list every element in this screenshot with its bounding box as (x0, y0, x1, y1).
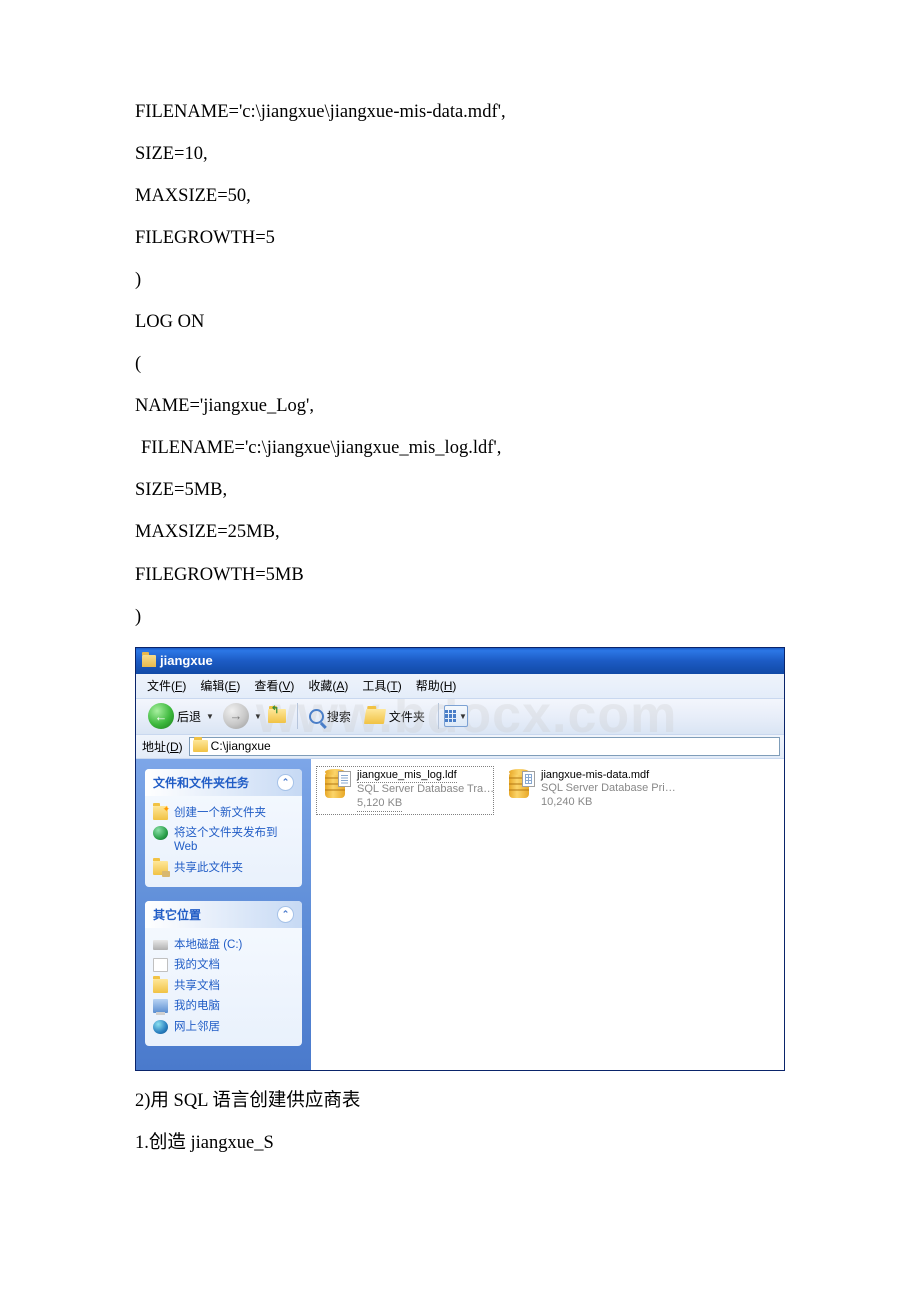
back-icon: ← (148, 703, 174, 729)
code-line: SIZE=10, (135, 142, 785, 166)
toolbar: www.bdocx.com ← 后退 ▼ → ▼ ↰ 搜索 文件夹 (136, 698, 784, 734)
link-label: 本地磁盘 (C:) (174, 938, 242, 952)
task-label: 共享此文件夹 (174, 861, 243, 875)
file-item[interactable]: jiangxue_mis_log.ldf SQL Server Database… (317, 767, 493, 814)
link-label: 我的电脑 (174, 999, 220, 1013)
file-size: 10,240 KB (541, 796, 681, 810)
link-my-computer[interactable]: 我的电脑 (153, 996, 294, 1016)
address-label: 地址(D) (142, 738, 183, 755)
task-label: 将这个文件夹发布到 Web (174, 826, 294, 855)
chevron-down-icon: ▼ (206, 712, 214, 721)
file-size: 5,120 KB (357, 797, 402, 812)
separator (438, 703, 439, 729)
code-line: ) (135, 605, 785, 629)
views-button[interactable]: ▼ (444, 705, 468, 727)
file-name: jiangxue-mis-data.mdf (541, 769, 681, 783)
link-my-documents[interactable]: 我的文档 (153, 955, 294, 975)
link-network-places[interactable]: 网上邻居 (153, 1017, 294, 1037)
code-line: MAXSIZE=50, (135, 184, 785, 208)
code-line: ) (135, 268, 785, 292)
file-type: SQL Server Database Primary ... (541, 782, 681, 796)
left-panel: 文件和文件夹任务 ⌃ 创建一个新文件夹 将这个文件夹发布到 Web (136, 759, 311, 1070)
explorer-window: jiangxue 文件(F) 编辑(E) 查看(V) 收藏(A) 工具(T) 帮… (135, 647, 785, 1071)
link-label: 网上邻居 (174, 1020, 220, 1034)
menu-tools[interactable]: 工具(T) (355, 677, 408, 694)
explorer-body: 文件和文件夹任务 ⌃ 创建一个新文件夹 将这个文件夹发布到 Web (136, 758, 784, 1070)
separator (297, 703, 298, 729)
code-line: FILEGROWTH=5MB (135, 563, 785, 587)
chevron-down-icon: ▼ (254, 712, 262, 721)
documents-icon (153, 958, 168, 972)
code-line: LOG ON (135, 310, 785, 334)
folders-label: 文件夹 (389, 708, 425, 725)
file-list[interactable]: jiangxue_mis_log.ldf SQL Server Database… (311, 759, 784, 1070)
body-text: 1.创造 jiangxue_S (135, 1131, 785, 1157)
task-share-folder[interactable]: 共享此文件夹 (153, 858, 294, 878)
views-icon (445, 710, 456, 722)
body-text: 2)用 SQL 语言创建供应商表 (135, 1089, 785, 1115)
code-line: FILENAME='c:\jiangxue\jiangxue-mis-data.… (135, 100, 785, 124)
search-icon (309, 709, 324, 724)
collapse-icon: ⌃ (277, 774, 294, 791)
file-name: jiangxue_mis_log.ldf (357, 769, 457, 784)
database-log-icon (319, 769, 351, 801)
window-title: jiangxue (160, 653, 213, 668)
search-label: 搜索 (327, 708, 351, 725)
back-button[interactable]: ← 后退 ▼ (142, 703, 220, 729)
up-folder-button[interactable]: ↰ (266, 705, 288, 727)
file-type: SQL Server Database Transac... (357, 783, 497, 797)
disk-icon (153, 940, 168, 950)
folder-open-icon (364, 709, 386, 724)
code-line: FILENAME='c:\jiangxue\jiangxue_mis_log.l… (135, 436, 785, 460)
code-line: MAXSIZE=25MB, (135, 520, 785, 544)
menu-help[interactable]: 帮助(H) (409, 677, 464, 694)
tasks-title: 文件和文件夹任务 (153, 774, 249, 791)
menu-file[interactable]: 文件(F) (140, 677, 193, 694)
folders-button[interactable]: 文件夹 (357, 708, 433, 725)
link-shared-documents[interactable]: 共享文档 (153, 976, 294, 996)
folder-icon (142, 655, 156, 667)
computer-icon (153, 999, 168, 1013)
code-line: SIZE=5MB, (135, 478, 785, 502)
task-new-folder[interactable]: 创建一个新文件夹 (153, 803, 294, 823)
back-label: 后退 (177, 708, 201, 725)
address-path: C:\jiangxue (211, 739, 271, 753)
network-icon (153, 1020, 168, 1034)
new-folder-icon (153, 806, 168, 820)
file-item[interactable]: jiangxue-mis-data.mdf SQL Server Databas… (501, 767, 677, 812)
forward-button[interactable]: → (223, 703, 249, 729)
menu-bar: 文件(F) 编辑(E) 查看(V) 收藏(A) 工具(T) 帮助(H) (136, 674, 784, 698)
menu-edit[interactable]: 编辑(E) (193, 677, 247, 694)
share-folder-icon (153, 861, 168, 875)
link-label: 我的文档 (174, 958, 220, 972)
task-label: 创建一个新文件夹 (174, 806, 266, 820)
tasks-header[interactable]: 文件和文件夹任务 ⌃ (145, 769, 302, 796)
web-icon (153, 826, 168, 840)
other-places-header[interactable]: 其它位置 ⌃ (145, 901, 302, 928)
menu-favorites[interactable]: 收藏(A) (301, 677, 355, 694)
address-bar: 地址(D) C:\jiangxue (136, 734, 784, 758)
other-places-panel: 其它位置 ⌃ 本地磁盘 (C:) 我的文档 (145, 901, 302, 1046)
link-label: 共享文档 (174, 979, 220, 993)
database-data-icon (503, 769, 535, 801)
task-publish-web[interactable]: 将这个文件夹发布到 Web (153, 823, 294, 858)
chevron-down-icon: ▼ (459, 712, 467, 721)
collapse-icon: ⌃ (277, 906, 294, 923)
other-title: 其它位置 (153, 906, 201, 923)
window-titlebar[interactable]: jiangxue (136, 648, 784, 674)
link-local-disk[interactable]: 本地磁盘 (C:) (153, 935, 294, 955)
address-input[interactable]: C:\jiangxue (189, 737, 780, 756)
code-line: ( (135, 352, 785, 376)
search-button[interactable]: 搜索 (303, 708, 357, 725)
folder-icon (193, 740, 208, 752)
code-line: NAME='jiangxue_Log', (135, 394, 785, 418)
code-line: FILEGROWTH=5 (135, 226, 785, 250)
tasks-panel: 文件和文件夹任务 ⌃ 创建一个新文件夹 将这个文件夹发布到 Web (145, 769, 302, 888)
shared-docs-icon (153, 979, 168, 993)
menu-view[interactable]: 查看(V) (247, 677, 301, 694)
